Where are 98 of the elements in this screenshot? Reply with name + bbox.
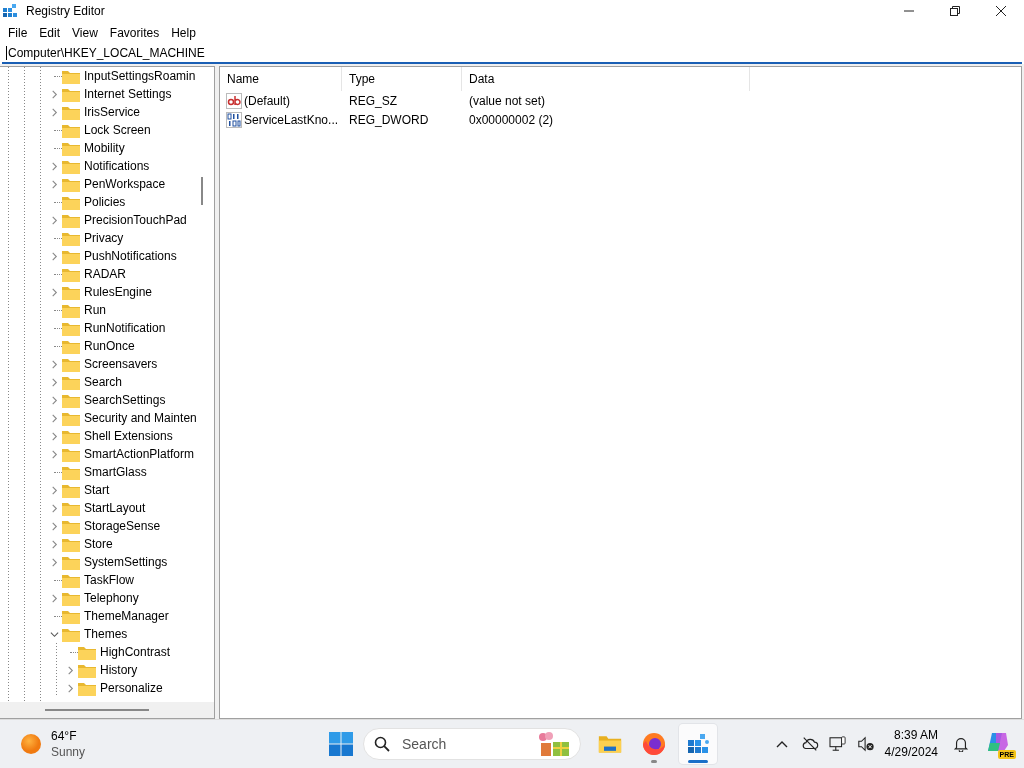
expand-chevron-icon[interactable] xyxy=(50,593,59,603)
tree-item[interactable]: Policies xyxy=(84,195,126,209)
tree-item[interactable]: StorageSense xyxy=(84,519,161,533)
value-data: 0x00000002 (2) xyxy=(468,112,555,127)
tree-item[interactable]: ThemeManager xyxy=(84,609,169,623)
clock[interactable]: 8:39 AM 4/29/2024 xyxy=(884,727,938,761)
search-field[interactable]: Search xyxy=(400,735,524,753)
tree-item[interactable]: Lock Screen xyxy=(84,123,151,137)
running-indicator xyxy=(651,760,657,763)
expand-chevron-icon[interactable] xyxy=(50,503,59,513)
expand-chevron-icon[interactable] xyxy=(50,107,59,117)
search-icon xyxy=(374,736,390,752)
expand-chevron-icon[interactable] xyxy=(66,683,75,693)
value-name[interactable]: (Default) xyxy=(244,93,290,108)
expand-chevron-icon[interactable] xyxy=(66,665,75,675)
tree-item[interactable]: Start xyxy=(84,483,110,497)
expand-chevron-icon[interactable] xyxy=(50,449,59,459)
expand-chevron-icon[interactable] xyxy=(50,431,59,441)
network-icon[interactable] xyxy=(828,736,847,752)
menu-item[interactable]: Favorites xyxy=(103,24,166,42)
binary-value-icon xyxy=(226,111,242,128)
tree-item[interactable]: History xyxy=(100,663,138,677)
start-button[interactable] xyxy=(329,732,353,756)
expand-chevron-icon[interactable] xyxy=(50,251,59,261)
tree-item[interactable]: SmartActionPlatform xyxy=(84,447,195,461)
temperature: 64°F xyxy=(51,728,78,744)
copilot-icon[interactable] xyxy=(986,731,1010,753)
expand-chevron-icon[interactable] xyxy=(50,359,59,369)
expand-chevron-icon[interactable] xyxy=(50,215,59,225)
tree-item[interactable]: StartLayout xyxy=(84,501,146,515)
tree-item[interactable]: Internet Settings xyxy=(84,87,172,101)
tree-item[interactable]: Personalize xyxy=(100,681,163,695)
tree-item[interactable]: IrisService xyxy=(84,105,140,119)
cloud-off-icon[interactable] xyxy=(800,736,819,752)
tree-item[interactable]: Screensavers xyxy=(84,357,158,371)
scrollbar-thumb[interactable] xyxy=(45,709,149,711)
volume-muted-icon[interactable] xyxy=(856,736,875,752)
column-header[interactable]: Data xyxy=(462,67,750,91)
menu-item[interactable]: Edit xyxy=(33,24,67,42)
tree-item[interactable]: SearchSettings xyxy=(84,393,166,407)
expand-chevron-icon[interactable] xyxy=(50,557,59,567)
expand-chevron-icon[interactable] xyxy=(50,287,59,297)
tree-item[interactable]: Themes xyxy=(84,627,128,641)
menu-item[interactable]: View xyxy=(66,24,104,42)
gift-icon xyxy=(536,731,572,757)
scrollbar-thumb[interactable] xyxy=(201,177,203,205)
tree-item[interactable]: Privacy xyxy=(84,231,124,245)
registry-icon xyxy=(2,3,18,19)
tree-item[interactable]: Store xyxy=(84,537,113,551)
expand-chevron-icon[interactable] xyxy=(50,395,59,405)
tree-item[interactable]: Security and Mainten xyxy=(84,411,197,425)
taskbar-app-button[interactable] xyxy=(679,724,717,764)
restore-icon xyxy=(950,6,960,16)
column-header[interactable]: Type xyxy=(342,67,462,91)
expand-chevron-icon[interactable] xyxy=(50,413,59,423)
value-data: (value not set) xyxy=(468,93,547,108)
column-header[interactable]: Name xyxy=(220,67,342,91)
tree-item[interactable]: RunNotification xyxy=(84,321,166,335)
weather-condition: Sunny xyxy=(51,744,86,760)
browser-icon xyxy=(642,732,666,756)
tree-item[interactable]: SmartGlass xyxy=(84,465,147,479)
bell-icon[interactable] xyxy=(952,736,970,752)
tree-item[interactable]: Notifications xyxy=(84,159,150,173)
sun-icon xyxy=(21,734,41,754)
expand-chevron-icon[interactable] xyxy=(50,521,59,531)
expand-chevron-icon[interactable] xyxy=(50,161,59,171)
expand-chevron-icon[interactable] xyxy=(50,377,59,387)
tree-item[interactable]: HighContrast xyxy=(100,645,171,659)
expand-chevron-icon[interactable] xyxy=(50,179,59,189)
tree-item[interactable]: PushNotifications xyxy=(84,249,177,263)
menu-item[interactable]: Help xyxy=(165,24,202,42)
running-indicator xyxy=(688,760,708,763)
tree-item[interactable]: RADAR xyxy=(84,267,126,281)
tree-item[interactable]: Search xyxy=(84,375,123,389)
tree-item[interactable]: Shell Extensions xyxy=(84,429,173,443)
expand-chevron-icon[interactable] xyxy=(50,485,59,495)
tree-item[interactable]: Telephony xyxy=(84,591,139,605)
tree-item[interactable]: Run xyxy=(84,303,106,317)
tree-item[interactable]: RunOnce xyxy=(84,339,135,353)
value-type: REG_DWORD xyxy=(348,112,430,127)
value-name[interactable]: ServiceLastKno... xyxy=(244,112,339,127)
menu-item[interactable]: File xyxy=(2,24,34,42)
tree-item[interactable]: InputSettingsRoamin xyxy=(84,69,196,83)
close-icon xyxy=(996,6,1006,16)
tree-item[interactable]: PenWorkspace xyxy=(84,177,166,191)
string-value-icon xyxy=(226,92,242,109)
tree-item[interactable]: TaskFlow xyxy=(84,573,134,587)
collapse-chevron-icon[interactable] xyxy=(50,629,59,639)
search-bar[interactable]: Search xyxy=(363,728,581,760)
tree-item[interactable]: Mobility xyxy=(84,141,125,155)
window-title: Registry Editor xyxy=(26,4,105,18)
value-type: REG_SZ xyxy=(348,93,398,108)
registry-icon xyxy=(686,732,710,756)
tree-item[interactable]: RulesEngine xyxy=(84,285,153,299)
expand-chevron-icon[interactable] xyxy=(50,89,59,99)
expand-chevron-icon[interactable] xyxy=(50,539,59,549)
tree-item[interactable]: SystemSettings xyxy=(84,555,168,569)
tree-item[interactable]: PrecisionTouchPad xyxy=(84,213,187,227)
